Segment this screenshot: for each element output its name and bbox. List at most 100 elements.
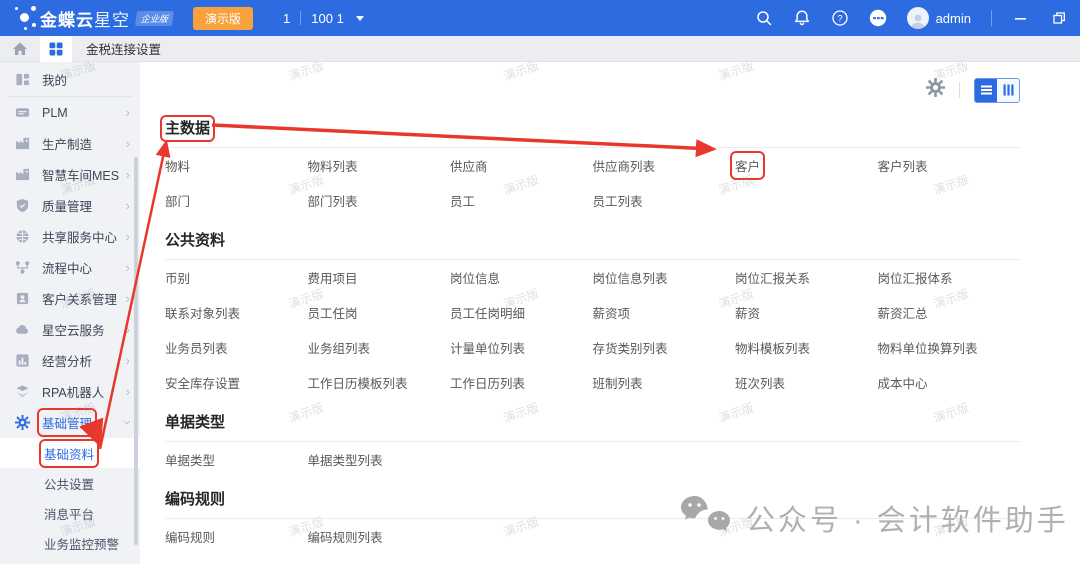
sidebar-item-crm[interactable]: 客户关系管理 ›	[0, 283, 140, 314]
column-view-icon[interactable]	[997, 79, 1019, 102]
svg-text:?: ?	[837, 14, 842, 25]
menu-link[interactable]: 岗位汇报体系	[878, 260, 1021, 295]
menu-link[interactable]: 部门列表	[308, 183, 451, 218]
menu-link[interactable]: 物料单位换算列表	[878, 330, 1021, 365]
menu-link[interactable]: 工作日历列表	[450, 365, 593, 400]
sidebar-item-my[interactable]: 我的	[0, 62, 140, 96]
sidebar-item-workflow[interactable]: 流程中心 ›	[0, 252, 140, 283]
menu-link[interactable]: 币别	[165, 260, 308, 295]
sidebar-subitem-common-settings[interactable]: 公共设置	[0, 468, 140, 498]
settings-gear-icon[interactable]	[926, 78, 945, 102]
chevron-right-icon: ›	[126, 292, 130, 305]
menu-link[interactable]: 客户列表	[878, 148, 1021, 183]
menu-link[interactable]: 薪资	[735, 295, 878, 330]
menu-link[interactable]: 单据类型	[165, 442, 308, 477]
org-selector[interactable]: 1 100 1	[283, 11, 364, 26]
menu-link[interactable]: 联系对象列表	[165, 295, 308, 330]
menu-link[interactable]: 岗位信息	[450, 260, 593, 295]
sidebar-item-cloud-service[interactable]: 星空云服务›	[0, 314, 140, 345]
sidebar-item-label: 流程中心	[42, 258, 92, 277]
sidebar-item-label: 质量管理	[42, 196, 92, 215]
minimize-icon[interactable]	[1012, 9, 1030, 27]
menu-link[interactable]: 供应商	[450, 148, 593, 183]
sidebar-item-label: 经营分析	[42, 351, 92, 370]
gear-icon	[15, 415, 31, 431]
menu-link[interactable]: 业务组列表	[308, 330, 451, 365]
sidebar-item-quality[interactable]: 质量管理 ›	[0, 190, 140, 221]
menu-link[interactable]: 编码规则列表	[308, 519, 451, 554]
chevron-down-icon: ›	[121, 420, 134, 424]
content-toolbar	[165, 62, 1020, 106]
menu-link[interactable]: 工作日历模板列表	[308, 365, 451, 400]
menu-link[interactable]: 单据类型列表	[308, 442, 451, 477]
sidebar-item-basic-management[interactable]: 基础管理›	[0, 407, 140, 438]
menu-link[interactable]: 客户	[735, 148, 878, 183]
menu-link[interactable]: 班制列表	[593, 365, 736, 400]
menu-link[interactable]: 员工任岗	[308, 295, 451, 330]
menu-link[interactable]: 成本中心	[878, 365, 1021, 400]
menu-link[interactable]: 岗位信息列表	[593, 260, 736, 295]
menu-link[interactable]: 编码规则	[165, 519, 308, 554]
menu-link[interactable]: 物料列表	[308, 148, 451, 183]
menu-link[interactable]: 班次列表	[735, 365, 878, 400]
sidebar-item-label: 生产制造	[42, 134, 92, 153]
help-icon[interactable]: ?	[831, 9, 849, 27]
menu-link[interactable]: 供应商列表	[593, 148, 736, 183]
search-icon[interactable]	[755, 9, 773, 27]
menu-link[interactable]: 员工	[450, 183, 593, 218]
menu-link[interactable]: 物料模板列表	[735, 330, 878, 365]
sidebar-item-label: RPA机器人	[42, 382, 104, 401]
list-view-icon[interactable]	[975, 79, 997, 102]
sidebar-item-label: 客户关系管理	[42, 289, 117, 308]
chevron-right-icon: ›	[126, 106, 130, 119]
sidebar-subitem-label: 业务监控预警	[44, 534, 119, 553]
grid-menu-icon[interactable]	[40, 36, 72, 62]
chevron-right-icon: ›	[126, 137, 130, 150]
sidebar-subitem-business-monitor[interactable]: 业务监控预警	[0, 528, 140, 558]
menu-link[interactable]: 物料	[165, 148, 308, 183]
menu-link[interactable]: 费用项目	[308, 260, 451, 295]
menu-link[interactable]: 薪资汇总	[878, 295, 1021, 330]
section-common-data: 公共资料币别费用项目岗位信息岗位信息列表岗位汇报关系岗位汇报体系联系对象列表员工…	[165, 230, 1020, 400]
chevron-right-icon: ›	[126, 199, 130, 212]
separator	[959, 82, 960, 98]
view-toggle[interactable]	[974, 78, 1020, 103]
menu-link[interactable]: 薪资项	[593, 295, 736, 330]
chevron-right-icon: ›	[126, 168, 130, 181]
sidebar-item-rpa[interactable]: RPA机器人›	[0, 376, 140, 407]
user-name: admin	[936, 11, 971, 26]
menu-link[interactable]: 安全库存设置	[165, 365, 308, 400]
sidebar-item-manufacturing[interactable]: 生产制造 ›	[0, 128, 140, 159]
edition-badge: 企业版	[135, 11, 174, 26]
bell-icon[interactable]	[793, 9, 811, 27]
separator	[991, 10, 992, 26]
sidebar-item-mes[interactable]: 智慧车间MES ›	[0, 159, 140, 190]
sidebar-item-business-analysis[interactable]: 经营分析›	[0, 345, 140, 376]
sidebar-subitem-basic-data[interactable]: 基础资料	[0, 438, 140, 468]
org-count-left: 1	[283, 11, 290, 26]
user-menu[interactable]: admin	[907, 7, 971, 29]
menu-link[interactable]: 业务员列表	[165, 330, 308, 365]
sidebar-item-plm[interactable]: PLM›	[0, 97, 140, 128]
menu-link[interactable]: 岗位汇报关系	[735, 260, 878, 295]
dashboard-icon	[15, 71, 31, 87]
tab-gold-tax-settings[interactable]: 金税连接设置	[86, 39, 161, 58]
menu-link[interactable]: 部门	[165, 183, 308, 218]
menu-link[interactable]: 员工列表	[593, 183, 736, 218]
sidebar-subitem-message-platform[interactable]: 消息平台	[0, 498, 140, 528]
menu-link[interactable]: 员工任岗明细	[450, 295, 593, 330]
demo-version-badge: 演示版	[193, 7, 253, 30]
factory-icon	[15, 136, 31, 152]
cloud-icon	[15, 322, 31, 338]
menu-link[interactable]: 计量单位列表	[450, 330, 593, 365]
sidebar-scrollbar[interactable]	[134, 157, 138, 545]
sidebar-item-label: 智慧车间MES	[42, 165, 119, 184]
restore-icon[interactable]	[1050, 9, 1068, 27]
home-icon[interactable]	[0, 41, 40, 56]
section-bill-type: 单据类型单据类型单据类型列表	[165, 412, 1020, 477]
sidebar-item-shared-service[interactable]: 共享服务中心›	[0, 221, 140, 252]
menu-link[interactable]: 存货类别列表	[593, 330, 736, 365]
chevron-right-icon: ›	[126, 261, 130, 274]
circle-dash-icon[interactable]	[869, 9, 887, 27]
avatar	[907, 7, 929, 29]
